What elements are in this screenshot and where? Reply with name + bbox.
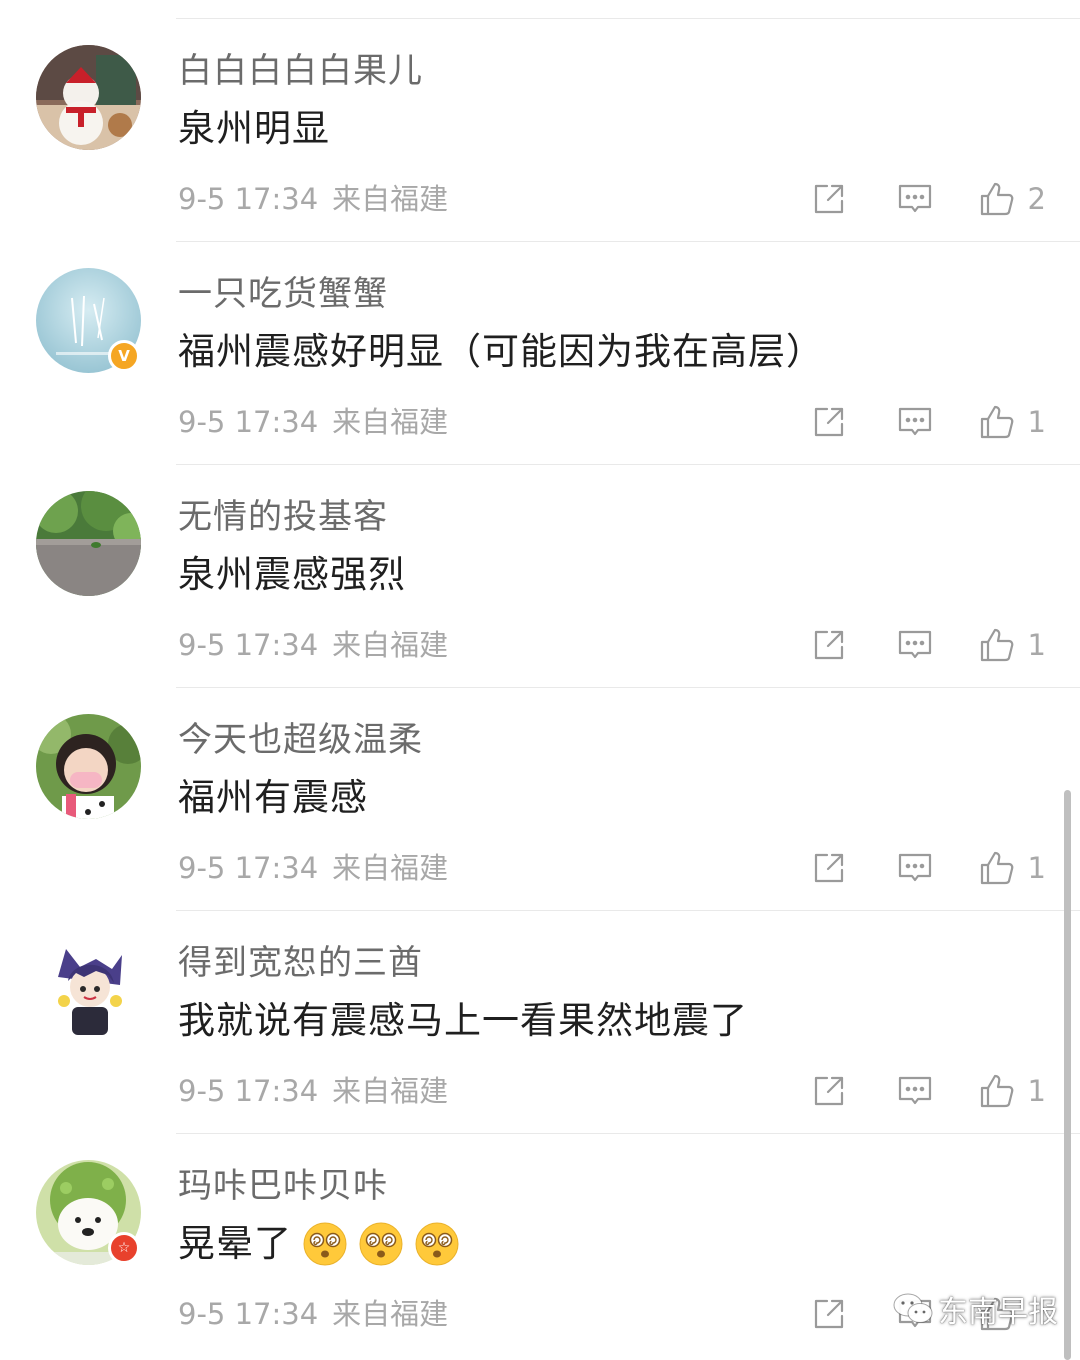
share-icon[interactable] bbox=[810, 1295, 848, 1333]
comment-item: 白白白白白果儿 泉州明显 9-5 17:34 来自福建 2 bbox=[0, 19, 1080, 242]
star-badge-icon: ☆ bbox=[108, 1232, 140, 1264]
username[interactable]: 一只吃货蟹蟹 bbox=[178, 274, 388, 314]
share-icon[interactable] bbox=[810, 403, 848, 441]
username[interactable]: 无情的投基客 bbox=[178, 497, 388, 537]
comment-text-body: 泉州明显 bbox=[178, 107, 330, 150]
location: 来自福建 bbox=[332, 851, 449, 885]
comment-text-body: 福州震感好明显（可能因为我在高层） bbox=[178, 330, 824, 373]
comment-meta: 9-5 17:34 来自福建 bbox=[178, 850, 448, 886]
comment-actions: 1 bbox=[810, 1071, 1046, 1111]
comment-text: 泉州震感强烈 bbox=[178, 552, 406, 598]
timestamp: 9-5 17:34 bbox=[178, 405, 319, 439]
thumbs-up-icon[interactable] bbox=[978, 626, 1016, 664]
dizzy-face-emoji bbox=[303, 1222, 347, 1266]
share-icon[interactable] bbox=[810, 1072, 848, 1110]
timestamp: 9-5 17:34 bbox=[178, 182, 319, 216]
comment-actions: 1 bbox=[810, 848, 1046, 888]
username[interactable]: 得到宽恕的三酋 bbox=[178, 943, 423, 983]
like-count: 1 bbox=[1027, 628, 1046, 662]
timestamp: 9-5 17:34 bbox=[178, 628, 319, 662]
comment-meta: 9-5 17:34 来自福建 bbox=[178, 1073, 448, 1109]
reply-icon[interactable] bbox=[896, 626, 934, 664]
thumbs-up-icon[interactable] bbox=[978, 849, 1016, 887]
like-count: 1 bbox=[1027, 851, 1046, 885]
watermark-text: 东南早报 bbox=[938, 1295, 1058, 1330]
comment-actions: 1 bbox=[810, 402, 1046, 442]
timestamp: 9-5 17:34 bbox=[178, 1297, 319, 1331]
share-icon[interactable] bbox=[810, 849, 848, 887]
comment-item: 无情的投基客 泉州震感强烈 9-5 17:34 来自福建 1 bbox=[0, 465, 1080, 688]
share-icon[interactable] bbox=[810, 626, 848, 664]
comment-text-body: 晃晕了 bbox=[178, 1222, 292, 1265]
comment-text-body: 我就说有震感马上一看果然地震了 bbox=[178, 999, 748, 1042]
comment-meta: 9-5 17:34 来自福建 bbox=[178, 1296, 448, 1332]
username[interactable]: 白白白白白果儿 bbox=[178, 51, 423, 91]
verified-badge-icon: V bbox=[108, 340, 140, 372]
comment-item: V 一只吃货蟹蟹 福州震感好明显（可能因为我在高层） 9-5 17:34 来自福建… bbox=[0, 242, 1080, 465]
reply-icon[interactable] bbox=[896, 180, 934, 218]
username[interactable]: 玛咔巴咔贝咔 bbox=[178, 1166, 388, 1206]
comment-text: 福州有震感 bbox=[178, 775, 368, 821]
avatar[interactable] bbox=[36, 714, 141, 819]
like-count: 1 bbox=[1027, 1074, 1046, 1108]
comment-text: 福州震感好明显（可能因为我在高层） bbox=[178, 329, 824, 375]
comment-actions: 1 bbox=[810, 625, 1046, 665]
avatar[interactable] bbox=[36, 45, 141, 150]
comment-meta: 9-5 17:34 来自福建 bbox=[178, 404, 448, 440]
location: 来自福建 bbox=[332, 1074, 449, 1108]
comment-text: 晃晕了 bbox=[178, 1221, 460, 1267]
dizzy-face-emoji bbox=[415, 1222, 459, 1266]
like-count: 2 bbox=[1027, 182, 1046, 216]
share-icon[interactable] bbox=[810, 180, 848, 218]
username[interactable]: 今天也超级温柔 bbox=[178, 720, 423, 760]
avatar[interactable] bbox=[36, 937, 141, 1042]
comment-meta: 9-5 17:34 来自福建 bbox=[178, 627, 448, 663]
comment-text: 泉州明显 bbox=[178, 106, 330, 152]
location: 来自福建 bbox=[332, 1297, 449, 1331]
thumbs-up-icon[interactable] bbox=[978, 403, 1016, 441]
reply-icon[interactable] bbox=[896, 1072, 934, 1110]
comment-text: 我就说有震感马上一看果然地震了 bbox=[178, 998, 748, 1044]
comment-text-body: 福州有震感 bbox=[178, 776, 368, 819]
timestamp: 9-5 17:34 bbox=[178, 851, 319, 885]
comment-actions: 2 bbox=[810, 179, 1046, 219]
comment-item: 得到宽恕的三酋 我就说有震感马上一看果然地震了 9-5 17:34 来自福建 1 bbox=[0, 911, 1080, 1134]
location: 来自福建 bbox=[332, 405, 449, 439]
thumbs-up-icon[interactable] bbox=[978, 1072, 1016, 1110]
thumbs-up-icon[interactable] bbox=[978, 180, 1016, 218]
reply-icon[interactable] bbox=[896, 849, 934, 887]
like-count: 1 bbox=[1027, 405, 1046, 439]
watermark: 东南早报 bbox=[892, 1287, 1058, 1331]
timestamp: 9-5 17:34 bbox=[178, 1074, 319, 1108]
comment-meta: 9-5 17:34 来自福建 bbox=[178, 181, 448, 217]
scrollbar[interactable] bbox=[1064, 790, 1071, 1360]
location: 来自福建 bbox=[332, 182, 449, 216]
avatar[interactable] bbox=[36, 491, 141, 596]
reply-icon[interactable] bbox=[896, 403, 934, 441]
comment-item: 今天也超级温柔 福州有震感 9-5 17:34 来自福建 1 bbox=[0, 688, 1080, 911]
dizzy-face-emoji bbox=[359, 1222, 403, 1266]
location: 来自福建 bbox=[332, 628, 449, 662]
wechat-icon bbox=[893, 1293, 933, 1323]
comment-text-body: 泉州震感强烈 bbox=[178, 553, 406, 596]
